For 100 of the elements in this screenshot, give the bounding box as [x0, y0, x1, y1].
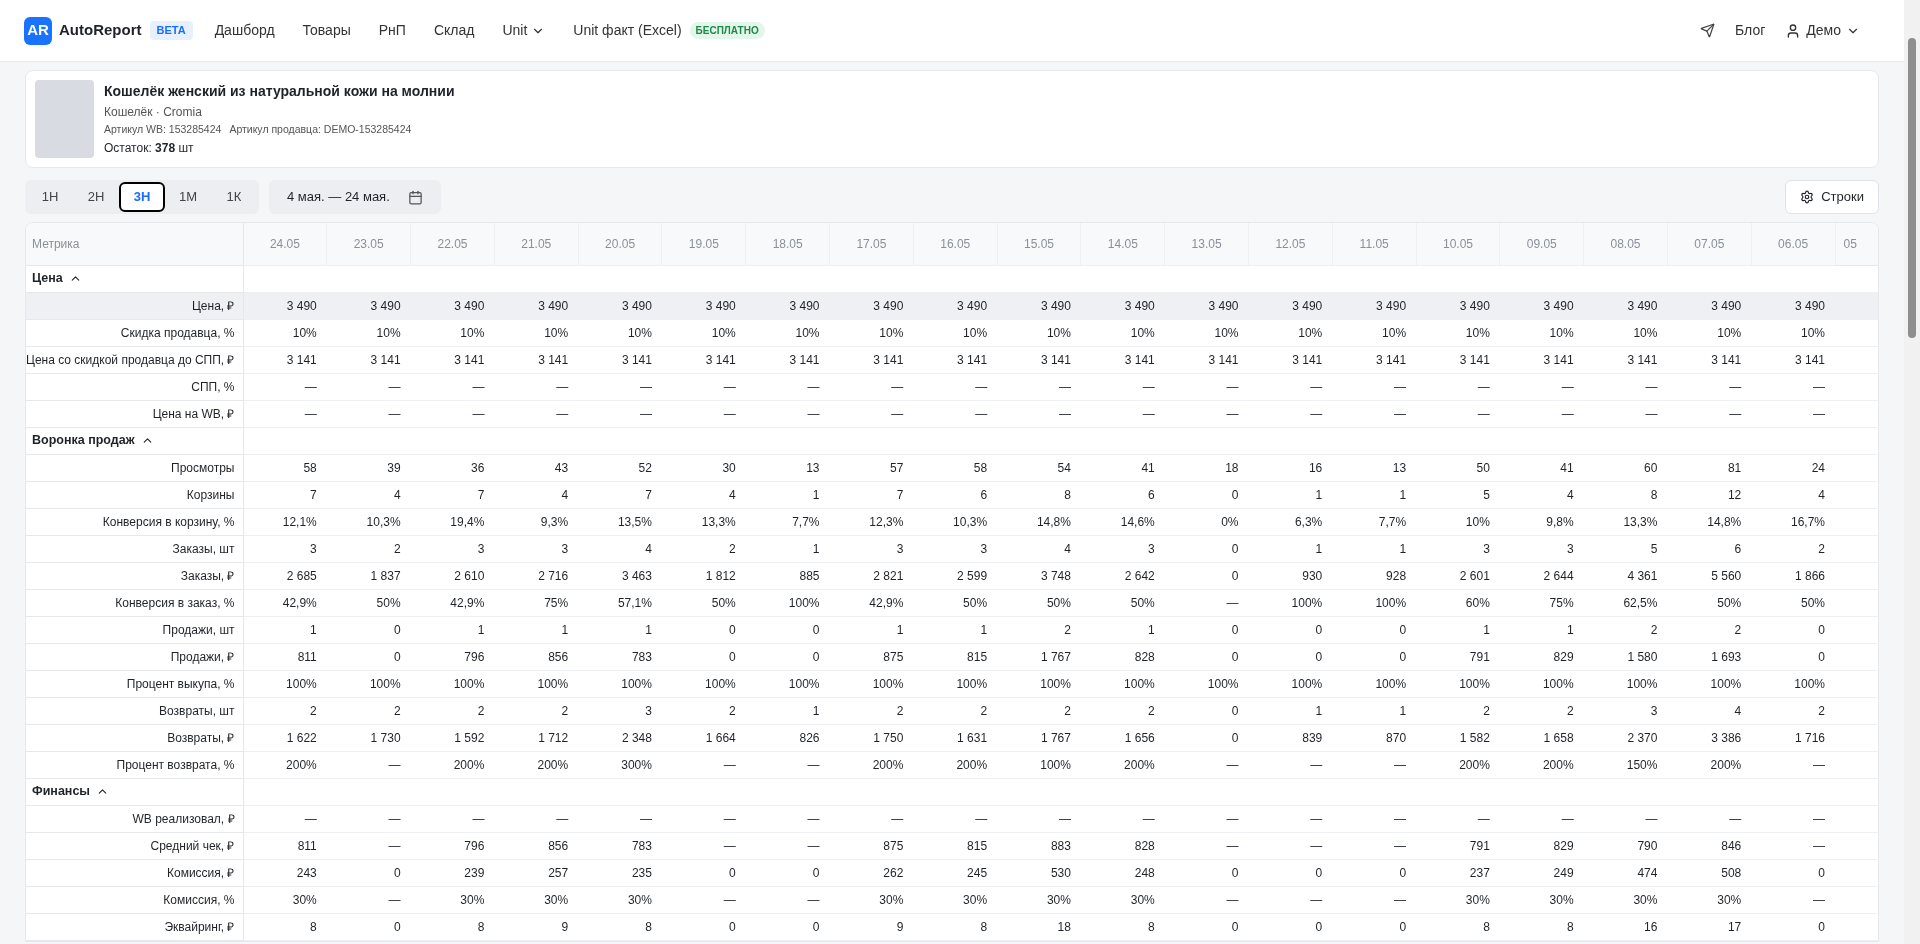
scrollbar[interactable] — [1904, 0, 1920, 944]
table-cell: 828 — [1080, 832, 1165, 859]
table-cell: 815 — [913, 832, 998, 859]
table-cell: 10% — [578, 319, 662, 346]
user-menu-button[interactable]: Демо — [1785, 20, 1860, 41]
table-cell: — — [1080, 805, 1165, 832]
table-cell: 6 — [1080, 481, 1165, 508]
table-cell: 10% — [410, 319, 495, 346]
table-cell: 2 — [1583, 616, 1668, 643]
metric-label: Корзины — [26, 481, 243, 508]
table-cell: 17 — [1667, 913, 1752, 940]
table-cell: — — [997, 805, 1081, 832]
table-cell: 30% — [243, 886, 327, 913]
table-cell: 2 348 — [578, 724, 662, 751]
rows-settings-button[interactable]: Строки — [1785, 180, 1879, 214]
nav-link[interactable]: РнП — [368, 14, 416, 47]
table-cell: 829 — [1499, 643, 1584, 670]
table-cell: — — [745, 751, 830, 778]
table-cell: 3 141 — [1248, 346, 1333, 373]
table-cell: 13 — [1332, 454, 1417, 481]
table-cell: 2 — [1499, 697, 1584, 724]
table-cell: 57,1% — [578, 589, 662, 616]
table-cell: 5 — [1583, 535, 1668, 562]
table-cell: 50% — [326, 589, 411, 616]
logo-icon[interactable]: AR — [24, 16, 52, 45]
column-header: 10.05 — [1416, 223, 1500, 265]
metric-label: Средний чек, ₽ — [26, 832, 243, 859]
period-tab[interactable]: 1М — [165, 182, 211, 212]
table-cell: 2 — [997, 697, 1081, 724]
table-cell: 815 — [913, 643, 998, 670]
table-cell: 9 — [494, 913, 579, 940]
period-tab[interactable]: 1К — [211, 182, 257, 212]
nav-link[interactable]: Дашборд — [204, 14, 285, 47]
table-cell: 3 490 — [1416, 292, 1500, 319]
table-cell: — — [745, 805, 830, 832]
table-cell: 100% — [1667, 670, 1752, 697]
table-cell: 1 — [829, 616, 914, 643]
table-cell: 6 — [913, 481, 998, 508]
table-cell: 530 — [997, 859, 1081, 886]
table-cell: 3 490 — [326, 292, 411, 319]
table-cell: 2 — [410, 697, 495, 724]
table-cell: 3 490 — [997, 292, 1081, 319]
stock-text: Остаток: 378 шт — [104, 140, 195, 157]
table-cell: 2 370 — [1583, 724, 1668, 751]
metric-label: Процент выкупа, % — [26, 670, 243, 697]
table-cell: 3 — [410, 535, 495, 562]
table-cell: 200% — [494, 751, 579, 778]
period-tab[interactable]: 1Н — [27, 182, 73, 212]
table-cell: 3 141 — [1583, 346, 1668, 373]
table-cell: — — [661, 886, 746, 913]
group-toggle[interactable]: Финансы — [32, 782, 110, 801]
table-cell: 3 141 — [243, 346, 327, 373]
table-cell: 0 — [1164, 697, 1249, 724]
table-cell: 10% — [1583, 319, 1668, 346]
nav-link[interactable]: Склад — [423, 14, 485, 47]
table-cell: 1 — [913, 616, 998, 643]
table-cell: 883 — [997, 832, 1081, 859]
table-cell: 2 — [1416, 697, 1500, 724]
table-cell: 0 — [1332, 643, 1417, 670]
table-cell: 30% — [1667, 886, 1752, 913]
table-cell: 1 — [745, 697, 830, 724]
table-cell: 14,8% — [997, 508, 1081, 535]
table-cell: 2 716 — [494, 562, 579, 589]
table-cell: 57 — [829, 454, 914, 481]
table-cell: 3 490 — [829, 292, 914, 319]
table-cell: 9,3% — [494, 508, 579, 535]
table-cell: 10,3% — [326, 508, 411, 535]
table-cell: 0 — [1164, 616, 1249, 643]
period-tab[interactable]: 3Н — [119, 182, 165, 212]
table-cell: — — [1332, 805, 1417, 832]
date-range-picker[interactable]: 4 мая. — 24 мая. — [269, 180, 441, 214]
table-cell: 2 — [913, 697, 998, 724]
table-cell: 3 — [494, 535, 579, 562]
table-cell: — — [661, 751, 746, 778]
blog-link[interactable]: Блог — [1735, 20, 1766, 41]
nav-link[interactable]: Товары — [292, 14, 361, 47]
table-cell: 875 — [829, 832, 914, 859]
table-cell: 10% — [1416, 319, 1500, 346]
metric-label: Просмотры — [26, 454, 243, 481]
table-cell: 3 490 — [1499, 292, 1584, 319]
table-cell: — — [1248, 805, 1333, 832]
table-cell: 100% — [997, 670, 1081, 697]
period-tab[interactable]: 2Н — [73, 182, 119, 212]
table-cell: 1 582 — [1416, 724, 1500, 751]
nav-link[interactable]: Unit факт (Excel) БЕСПЛАТНО — [563, 14, 775, 47]
table-cell: 0 — [1751, 913, 1836, 940]
table-cell: 3 141 — [578, 346, 662, 373]
table-cell: 239 — [410, 859, 495, 886]
table-cell: 8 — [1080, 913, 1165, 940]
nav-link[interactable]: Unit — [492, 14, 556, 47]
table-cell: 508 — [1667, 859, 1752, 886]
group-toggle[interactable]: Цена — [32, 269, 82, 288]
table-cell: 100% — [578, 670, 662, 697]
group-toggle[interactable]: Воронка продаж — [32, 431, 154, 450]
table-cell: — — [745, 886, 830, 913]
table-cell: 1 — [1499, 616, 1584, 643]
metric-label: Комиссия, % — [26, 886, 243, 913]
table-cell: — — [1080, 373, 1165, 400]
table-cell: 0 — [326, 859, 411, 886]
table-cell: 826 — [745, 724, 830, 751]
